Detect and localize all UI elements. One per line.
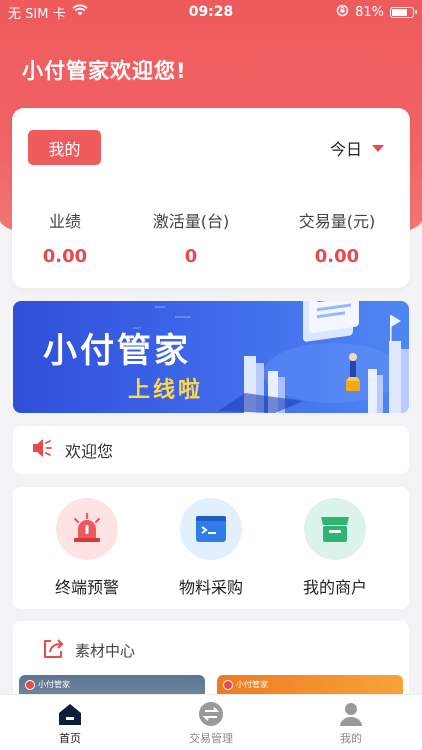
banner-title: 小付管家	[43, 331, 191, 371]
tab-mine[interactable]: 我的	[291, 701, 411, 746]
tab-transaction-management[interactable]: 交易管理	[151, 701, 271, 746]
terminal-window-icon	[180, 498, 242, 560]
quick-action-label: 终端预警	[54, 578, 119, 597]
thumbnail-brand: 小付管家	[223, 679, 268, 690]
quick-action-my-merchants[interactable]: 我的商户	[275, 498, 395, 598]
quick-action-label: 我的商户	[302, 578, 367, 597]
tab-label: 首页	[59, 732, 81, 745]
tab-label: 我的	[340, 732, 362, 745]
notice-text: 欢迎您	[65, 442, 114, 461]
carrier-label: 无 SIM 卡	[8, 6, 66, 22]
caret-down-icon	[372, 144, 384, 152]
thumbnail-brand: 小付管家	[25, 679, 70, 690]
user-icon	[338, 701, 364, 727]
status-bar: 无 SIM 卡 09:28 81%	[0, 0, 422, 24]
welcome-title: 小付管家欢迎您!	[22, 59, 187, 83]
stat-label: 交易量(元)	[298, 212, 376, 231]
alarm-light-icon	[56, 498, 118, 560]
share-icon	[41, 637, 65, 663]
period-selector[interactable]: 今日	[330, 136, 384, 160]
speaker-icon	[31, 438, 53, 462]
store-icon	[304, 498, 366, 560]
stat-value: 0.00	[42, 246, 88, 267]
clock: 09:28	[188, 4, 234, 20]
stat-value: 0	[184, 246, 198, 267]
stats-card: 我的 今日 业绩 0.00 激活量(台) 0 交易量(元) 0.00	[12, 108, 410, 288]
period-label: 今日	[329, 140, 362, 159]
promo-banner[interactable]: 小付管家 上线啦	[13, 301, 409, 413]
battery-percent: 81%	[355, 4, 384, 20]
stat-activations: 激活量(台) 0	[126, 208, 256, 267]
stat-value: 0.00	[314, 246, 360, 267]
tab-home[interactable]: 首页	[10, 701, 130, 746]
exchange-icon	[198, 701, 224, 727]
brand-logo-icon	[223, 679, 233, 690]
quick-action-material-purchase[interactable]: 物料采购	[151, 498, 271, 598]
quick-action-label: 物料采购	[178, 578, 243, 597]
home-icon	[57, 701, 83, 727]
tab-label: 交易管理	[189, 732, 233, 745]
tab-bar: 首页 交易管理 我的	[0, 694, 422, 750]
banner-subtitle: 上线啦	[128, 378, 204, 403]
quick-actions: 终端预警 物料采购 我的商户	[13, 487, 409, 609]
stat-label: 业绩	[48, 212, 81, 231]
stat-performance: 业绩 0.00	[0, 208, 130, 267]
wifi-icon	[71, 4, 88, 20]
material-center-header[interactable]: 素材中心	[41, 637, 135, 663]
stat-transaction-volume: 交易量(元) 0.00	[272, 208, 402, 267]
mine-filter-button[interactable]: 我的	[28, 130, 101, 165]
notice-bar[interactable]: 欢迎您	[13, 426, 409, 474]
quick-action-terminal-warning[interactable]: 终端预警	[27, 498, 147, 598]
rotation-lock-icon	[336, 4, 349, 21]
material-center-title: 素材中心	[75, 641, 136, 660]
brand-logo-icon	[25, 679, 35, 690]
battery-icon	[390, 6, 417, 18]
stat-label: 激活量(台)	[152, 212, 230, 231]
